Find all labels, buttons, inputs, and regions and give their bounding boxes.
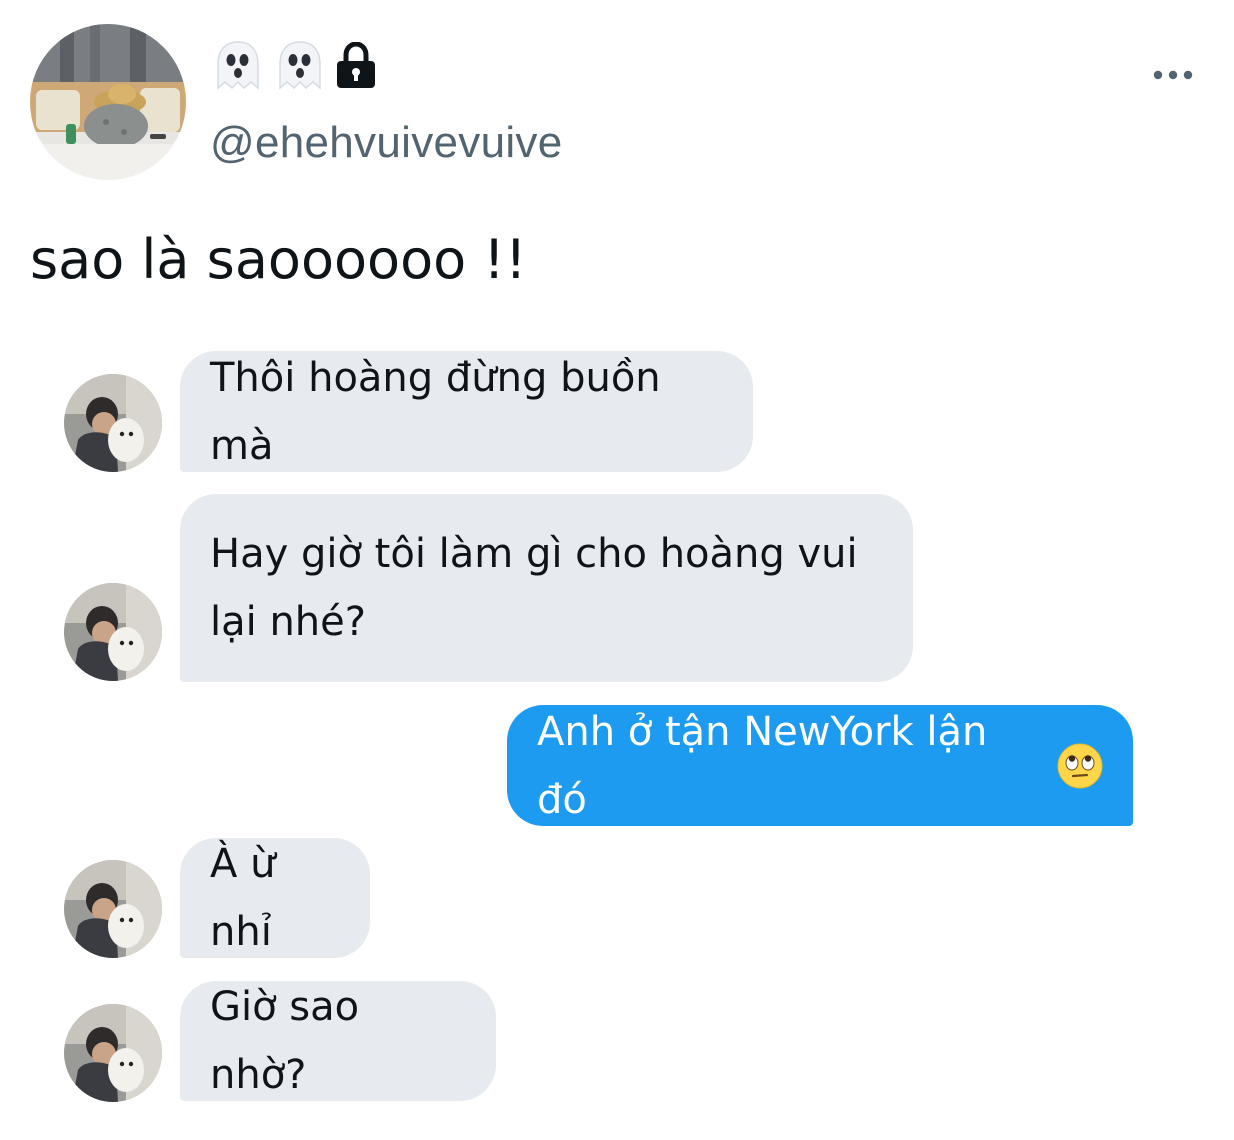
- face-with-rolling-eyes-icon: [1057, 743, 1103, 789]
- message-bubble: Hay giờ tôi làm gì cho hoàng vui lại nhé…: [180, 494, 913, 682]
- more-dots-icon: [1153, 70, 1193, 80]
- message-text: À ừ nhỉ: [210, 841, 276, 955]
- user-handle[interactable]: @ehehvuivevuive: [210, 118, 562, 168]
- message-text: Anh ở tận NewYork lận đó: [537, 708, 988, 823]
- chat-avatar: [64, 860, 162, 958]
- more-options-button[interactable]: [1148, 58, 1198, 92]
- ghost-icon: [210, 38, 266, 98]
- chat-avatar: [64, 583, 162, 681]
- lock-icon: [334, 41, 378, 94]
- chat-avatar: [64, 374, 162, 472]
- message-bubble: Thôi hoàng đừng buồn mà: [180, 351, 753, 472]
- tweet-text: sao là saoooooo !!: [30, 228, 527, 291]
- message-text: Giờ sao nhờ?: [210, 984, 360, 1098]
- message-bubble: Giờ sao nhờ?: [180, 981, 496, 1101]
- message-text: Thôi hoàng đừng buồn mà: [210, 354, 661, 469]
- message-bubble: À ừ nhỉ: [180, 838, 370, 958]
- message-text: Hay giờ tôi làm gì cho hoàng vui lại nhé…: [210, 531, 858, 645]
- display-name: [210, 40, 378, 96]
- ghost-icon: [272, 38, 328, 98]
- chat-avatar: [64, 1004, 162, 1102]
- profile-avatar[interactable]: [30, 24, 186, 180]
- message-bubble-own: Anh ở tận NewYork lận đó: [507, 705, 1133, 826]
